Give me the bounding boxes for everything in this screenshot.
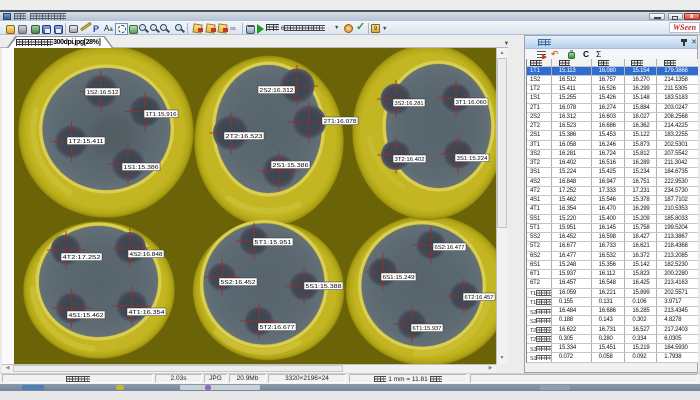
svg-text:3S1:15.224: 3S1:15.224 [457, 156, 488, 162]
svg-text:1T1:15.916: 1T1:15.916 [146, 112, 177, 118]
svg-text:4S1:15.462: 4S1:15.462 [69, 313, 104, 319]
svg-text:2T1:16.078: 2T1:16.078 [324, 119, 357, 125]
svg-text:2S2:16.312: 2S2:16.312 [260, 88, 294, 94]
svg-text:3T2:16.402: 3T2:16.402 [395, 157, 425, 163]
svg-text:2T2:16.523: 2T2:16.523 [226, 134, 263, 140]
svg-text:5S1:15.388: 5S1:15.388 [306, 284, 342, 290]
svg-text:4S2:16.848: 4S2:16.848 [130, 252, 163, 258]
svg-text:6S2:16.477: 6S2:16.477 [435, 245, 465, 251]
svg-text:6T2:16.457: 6T2:16.457 [465, 295, 494, 301]
svg-text:1S1:15.386: 1S1:15.386 [124, 165, 159, 171]
svg-text:6T1:15.937: 6T1:15.937 [413, 326, 442, 332]
svg-text:6S1:15.249: 6S1:15.249 [383, 275, 415, 281]
svg-text:5T1:15.951: 5T1:15.951 [255, 240, 292, 246]
svg-text:4T1:16.354: 4T1:16.354 [129, 310, 165, 316]
svg-text:5S2:16.452: 5S2:16.452 [221, 280, 256, 286]
svg-text:3T1:16.060: 3T1:16.060 [456, 100, 487, 106]
svg-text:5T2:16.677: 5T2:16.677 [260, 325, 295, 331]
svg-text:2S1:15.386: 2S1:15.386 [273, 163, 309, 169]
svg-text:3S2:16.281: 3S2:16.281 [395, 101, 424, 107]
svg-text:4T2:17.252: 4T2:17.252 [63, 255, 101, 261]
svg-text:1T2:15.411: 1T2:15.411 [69, 139, 104, 145]
svg-text:1S2:16.512: 1S2:16.512 [87, 90, 119, 96]
